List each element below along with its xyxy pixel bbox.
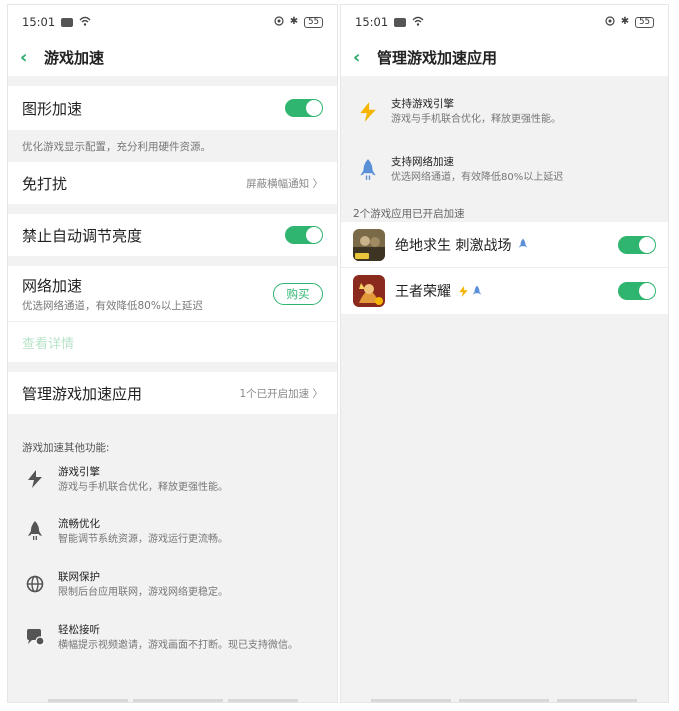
feature-title: 联网保护: [58, 571, 100, 583]
brightness-toggle[interactable]: [285, 226, 323, 244]
battery-indicator: 55: [635, 16, 654, 28]
legend-title: 支持网络加速: [391, 156, 454, 168]
honor-of-kings-app-icon: [353, 275, 385, 307]
enabled-count-label: 2个游戏应用已开启加速: [353, 207, 465, 220]
legend-desc: 优选网络通道，有效降低80%以上延迟: [391, 172, 564, 183]
network-boost-label: 网络加速: [22, 276, 83, 295]
chevron-right-icon: 〉: [312, 387, 324, 400]
lightning-icon: [22, 467, 48, 491]
nav-bar-segment: [228, 699, 298, 702]
legend-title: 支持游戏引擎: [391, 98, 454, 110]
nav-bar-segment: [133, 699, 223, 702]
message-icon: [61, 17, 74, 27]
view-details-link[interactable]: 查看详情: [22, 333, 74, 352]
top-nav: ‹ 游戏加速: [8, 39, 337, 76]
graphics-boost-toggle[interactable]: [285, 99, 323, 117]
page-title: 游戏加速: [44, 49, 105, 67]
chat-bubble-icon: [22, 625, 48, 649]
battery-indicator: 55: [304, 16, 323, 28]
feature-desc: 智能调节系统资源，游戏运行更流畅。: [58, 534, 228, 545]
wifi-icon: [79, 16, 91, 29]
wifi-icon: [412, 16, 424, 29]
graphics-boost-desc: 优化游戏显示配置，充分利用硬件资源。: [22, 141, 211, 153]
dnd-value: 屏蔽横幅通知: [246, 177, 310, 190]
status-time: 15:01: [22, 15, 56, 29]
manage-boost-apps-screen: 15:01 ✱ 55 ‹ 管理游戏加速应用 支持游戏引擎 游戏与手机联合优化，释…: [340, 4, 669, 703]
pubg-boost-toggle[interactable]: [618, 235, 656, 254]
graphics-boost-section: 图形加速: [8, 86, 337, 130]
manage-apps-label: 管理游戏加速应用: [22, 384, 143, 403]
feature-desc: 横幅提示视频邀请，游戏画面不打断。现已支持微信。: [58, 640, 298, 651]
dnd-label: 免打扰: [22, 174, 68, 193]
other-features-heading: 游戏加速其他功能:: [22, 442, 110, 454]
rocket-icon: [355, 158, 381, 182]
nav-bar-segment: [48, 699, 128, 702]
status-time: 15:01: [355, 15, 389, 29]
legend-item: 支持网络加速 优选网络通道，有效降低80%以上延迟: [341, 154, 668, 204]
game-boost-screen: 15:01 ✱ 55 ‹ 游戏加速 图形加速 优化游戏显示配置，充分利用硬件资源…: [7, 4, 338, 703]
status-bar: 15:01 ✱ 55: [341, 5, 668, 39]
legend-item: 支持游戏引擎 游戏与手机联合优化，释放更强性能。: [341, 96, 668, 154]
pubg-app-icon: [353, 228, 385, 261]
back-icon[interactable]: ‹: [353, 47, 377, 68]
chevron-right-icon: 〉: [312, 177, 324, 190]
do-not-disturb-row[interactable]: 免打扰 屏蔽横幅通知 〉: [8, 162, 337, 204]
alarm-icon: [274, 15, 284, 29]
game-row: 绝地求生 刺激战场: [341, 222, 668, 268]
manage-apps-value: 1个已开启加速: [239, 387, 310, 400]
lightning-icon: [457, 284, 469, 298]
network-boost-section: 网络加速 优选网络通道，有效降低80%以上延迟 购买 查看详情: [8, 266, 337, 362]
rocket-icon: [22, 519, 48, 543]
rocket-icon: [517, 238, 529, 252]
nav-bar-segment: [557, 699, 637, 702]
game-name: 王者荣耀: [395, 284, 451, 300]
manage-apps-row[interactable]: 管理游戏加速应用 1个已开启加速 〉: [8, 372, 337, 414]
feature-desc: 限制后台应用联网，游戏网络更稳定。: [58, 587, 228, 598]
bluetooth-icon: ✱: [289, 16, 299, 27]
feature-title: 流畅优化: [58, 518, 100, 530]
feature-item: 游戏引擎 游戏与手机联合优化，释放更强性能。: [8, 464, 337, 516]
graphics-boost-label: 图形加速: [22, 99, 83, 118]
status-bar: 15:01 ✱ 55: [8, 5, 337, 39]
brightness-label: 禁止自动调节亮度: [22, 226, 143, 245]
feature-item: 联网保护 限制后台应用联网，游戏网络更稳定。: [8, 569, 337, 622]
network-boost-desc: 优选网络通道，有效降低80%以上延迟: [22, 299, 203, 312]
buy-button[interactable]: 购买: [273, 282, 323, 305]
alarm-icon: [605, 15, 615, 29]
nav-bar-segment: [371, 699, 451, 702]
page-title: 管理游戏加速应用: [377, 49, 498, 67]
rocket-icon: [471, 284, 483, 298]
feature-title: 轻松接听: [58, 624, 100, 636]
message-icon: [394, 17, 407, 27]
lightning-icon: [355, 100, 381, 124]
globe-icon: [22, 572, 48, 596]
game-name: 绝地求生 刺激战场: [395, 237, 512, 254]
brightness-row: 禁止自动调节亮度: [8, 214, 337, 256]
feature-item: 轻松接听 横幅提示视频邀请，游戏画面不打断。现已支持微信。: [8, 622, 337, 682]
legend-desc: 游戏与手机联合优化，释放更强性能。: [391, 114, 561, 125]
top-nav: ‹ 管理游戏加速应用: [341, 39, 668, 76]
game-row: 王者荣耀: [341, 268, 668, 314]
feature-desc: 游戏与手机联合优化，释放更强性能。: [58, 482, 228, 493]
nav-bar-segment: [459, 699, 549, 702]
honor-of-kings-boost-toggle[interactable]: [618, 282, 656, 300]
bluetooth-icon: ✱: [620, 16, 630, 27]
back-icon[interactable]: ‹: [20, 47, 44, 68]
feature-title: 游戏引擎: [58, 466, 100, 478]
feature-item: 流畅优化 智能调节系统资源，游戏运行更流畅。: [8, 516, 337, 569]
